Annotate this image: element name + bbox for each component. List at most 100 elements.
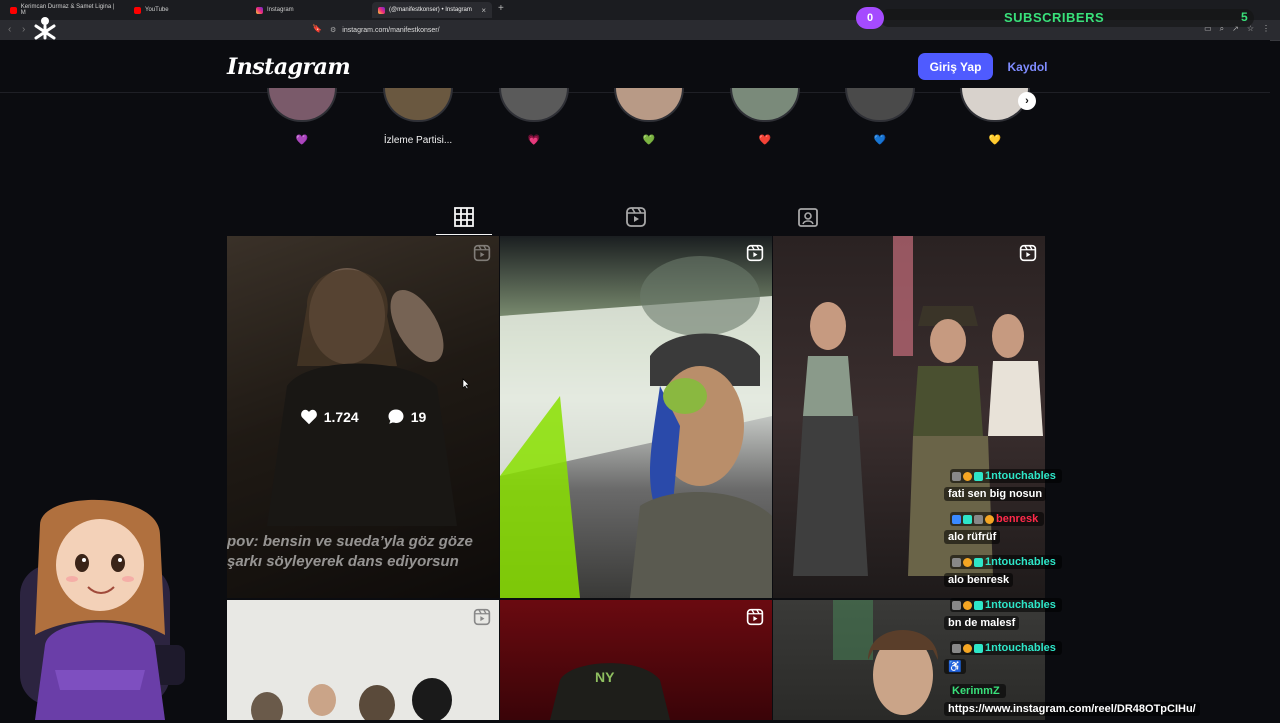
profile-tabs [227,200,1045,236]
reel-icon [1019,244,1037,262]
url-field[interactable]: ⚙ instagram.com/manifestkonser/ [330,23,850,37]
chevron-right-icon[interactable]: › [1018,92,1036,110]
post-tile-hovered[interactable]: 1.724 19 pov: bensin ve sueda’yla göz gö… [227,236,499,598]
badge-icon [974,557,983,567]
extensions-icon[interactable]: ⋮ [1262,24,1270,34]
subscriber-goal: 5 [1241,10,1248,24]
reel-icon [746,608,764,626]
post-tile[interactable]: NY [500,600,772,720]
bookmark-icon[interactable]: 🔖 [312,24,322,33]
badge-icon [974,643,983,653]
instagram-logo[interactable]: Instagram [227,54,351,80]
chat-username: KerimmZ [950,684,1006,698]
chat-text: alo benresk [944,573,1014,587]
posts-grid-icon[interactable] [453,206,475,228]
subscribers-label: SUBSCRIBERS [1004,10,1105,25]
instagram-header [0,40,1270,93]
badge-icon [952,600,961,610]
browser-tab[interactable]: Instagram [250,2,370,18]
badge-icon [963,600,972,610]
chat-text: https://www.instagram.com/reel/DR48OTpCI… [944,702,1200,716]
highlight-label: İzleme Partisi... [383,135,453,146]
reel-icon [473,608,491,626]
chat-text: alo rüfrüf [944,530,1001,544]
story-highlight[interactable]: 💜 [264,88,340,152]
chat-username: 1ntouchables [950,469,1062,483]
reel-icon [746,244,764,262]
chat-message: 1ntouchables bn de malesf [940,594,1270,637]
highlight-cover [383,88,453,122]
comments-count: 19 [410,409,427,425]
chat-message: 1ntouchables ♿ [940,637,1270,680]
instagram-icon [256,6,263,14]
badge-icon [952,471,961,481]
url-text: instagram.com/manifestkonser/ [342,26,440,34]
badge-icon [952,514,961,524]
story-highlight[interactable]: 💗 [496,88,572,152]
post-caption: pov: bensin ve sueda’yla göz göze şarkı … [227,532,499,572]
badge-icon [963,514,972,524]
chat-username: 1ntouchables [950,598,1062,612]
story-highlight[interactable]: İzleme Partisi... [380,88,456,152]
tagged-icon[interactable] [797,206,819,228]
highlight-label: 💜 [295,135,309,146]
streamer-logo-icon [34,17,56,40]
heart-icon [300,409,317,425]
youtube-icon [134,6,141,14]
browser-tab[interactable]: YouTube [128,2,248,18]
close-tab-icon[interactable]: × [481,6,486,15]
highlight-cover [730,88,800,122]
post-tile[interactable] [500,236,772,598]
story-highlight[interactable]: ❤️ [727,88,803,152]
badge-icon [963,557,972,567]
login-button[interactable]: Giriş Yap [918,53,993,80]
highlight-cover [614,88,684,122]
highlight-label: 💗 [527,135,541,146]
story-highlight[interactable]: 💙 [842,88,918,152]
subscriber-count: 0 [856,7,884,29]
signup-button[interactable]: Kaydol [1000,53,1055,80]
caption-line: şarkı söyleyerek dans ediyorsun [227,553,459,570]
chat-username: 1ntouchables [950,641,1062,655]
chat-text: bn de malesf [944,616,1020,630]
likes-count: 1.724 [323,409,359,425]
reels-icon[interactable] [625,206,647,228]
badge-icon [963,471,972,481]
back-icon[interactable]: ‹ [8,24,11,35]
new-tab-button[interactable]: + [498,3,504,14]
highlight-label: ❤️ [758,135,772,146]
stream-chat: 1ntouchables fati sen big nosun benresk … [940,465,1270,723]
comments-stat: 19 [387,408,427,426]
chat-user-name: 1ntouchables [985,599,1056,611]
chat-message: 1ntouchables fati sen big nosun [940,465,1270,508]
highlight-label: 💛 [988,135,1002,146]
browser-tab-active[interactable]: (@manifestkonser) • Instagram × [372,2,492,18]
story-highlight[interactable]: 💚 [611,88,687,152]
highlight-cover [845,88,915,122]
badge-icon [974,514,983,524]
youtube-icon [10,6,17,14]
badge-icon [985,514,994,524]
chat-username: 1ntouchables [950,555,1062,569]
comment-icon [388,409,404,424]
chat-username: benresk [950,512,1045,526]
chat-text: ♿ [944,659,966,674]
post-tile[interactable] [227,600,499,720]
badge-icon [974,600,983,610]
highlight-label: 💙 [873,135,887,146]
reel-icon [473,244,491,262]
post-thumbnail: NY [550,663,670,720]
chat-message: KerimmZ https://www.instagram.com/reel/D… [940,680,1270,723]
site-settings-icon[interactable]: ⚙ [330,26,336,34]
active-tab-indicator [436,234,492,235]
browser-tab[interactable]: Kerimcan Durmaz & Samet Ligina | M [4,2,124,18]
mouse-cursor-icon [462,378,470,390]
tab-label: Instagram [267,7,294,13]
forward-icon[interactable]: › [22,24,25,35]
post-thumbnail [500,256,772,598]
chat-user-name: 1ntouchables [985,642,1056,654]
post-thumbnail [251,678,452,720]
instagram-icon [378,6,385,14]
tab-label: Kerimcan Durmaz & Samet Ligina | M [20,4,115,16]
chat-user-name: benresk [996,513,1039,525]
